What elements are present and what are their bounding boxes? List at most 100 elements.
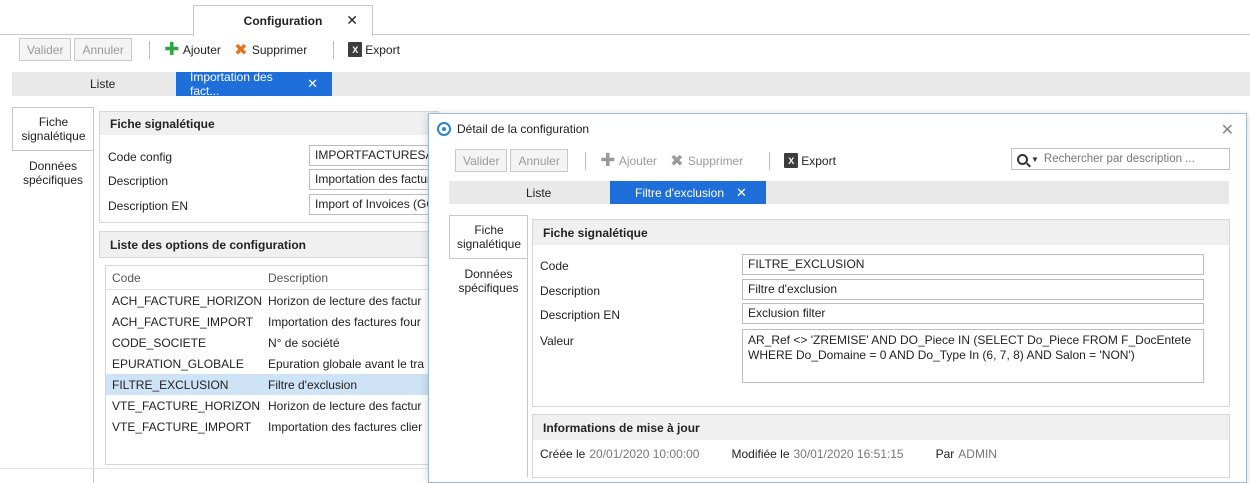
add-button[interactable]: ✚ Ajouter bbox=[164, 39, 221, 59]
dialog-fiche-header: Fiche signalétique bbox=[533, 220, 1229, 245]
excel-icon: X bbox=[348, 42, 363, 57]
description-label: Description bbox=[108, 174, 169, 188]
row-code: ACH_FACTURE_HORIZON bbox=[112, 293, 263, 308]
add-button-label: Ajouter bbox=[182, 42, 221, 57]
code-label: Code bbox=[540, 259, 569, 273]
col-code-header[interactable]: Code bbox=[106, 271, 264, 285]
modified-label: Modifiée le bbox=[731, 447, 790, 461]
row-description: Horizon de lecture des factur bbox=[268, 398, 422, 413]
delete-button[interactable]: ✖ Supprimer bbox=[233, 41, 308, 59]
dialog-add-button[interactable]: ✚ Ajouter bbox=[600, 150, 657, 170]
vtab-donnees[interactable]: Données spécifiques bbox=[12, 151, 94, 195]
created-label: Créée le bbox=[540, 447, 586, 461]
table-row[interactable]: EPURATION_GLOBALE Epuration globale avan… bbox=[106, 353, 438, 374]
code-field[interactable]: FILTRE_EXCLUSION bbox=[742, 254, 1204, 275]
toolbar-separator bbox=[769, 151, 771, 170]
row-description: Filtre d'exclusion bbox=[268, 377, 357, 392]
validate-button[interactable]: Valider bbox=[19, 38, 72, 61]
row-code: VTE_FACTURE_IMPORT bbox=[112, 419, 252, 434]
app-logo-icon bbox=[437, 122, 451, 136]
description-en-field[interactable]: Exclusion filter bbox=[742, 303, 1204, 324]
close-icon[interactable]: ✕ bbox=[307, 76, 318, 92]
table-row-selected[interactable]: FILTRE_EXCLUSION Filtre d'exclusion bbox=[106, 374, 438, 395]
chevron-down-icon[interactable]: ▼ bbox=[1031, 155, 1039, 164]
export-button[interactable]: X Export bbox=[348, 42, 400, 57]
table-row[interactable]: VTE_FACTURE_HORIZON Horizon de lecture d… bbox=[106, 395, 438, 416]
tab-importation[interactable]: Importation des fact... ✕ bbox=[176, 70, 332, 98]
row-code: ACH_FACTURE_IMPORT bbox=[112, 314, 254, 329]
info-panel: Informations de mise à jour bbox=[532, 414, 1230, 478]
top-tab-strip: Configuration ✕ bbox=[0, 0, 1250, 36]
plus-icon: ✚ bbox=[600, 150, 616, 170]
description-field[interactable]: Filtre d'exclusion bbox=[742, 279, 1204, 300]
row-code: EPURATION_GLOBALE bbox=[112, 356, 244, 371]
options-list-header: Code Description bbox=[106, 266, 438, 290]
by-label: Par bbox=[935, 447, 955, 461]
main-vertical-tabs: Fiche signalétique Données spécifiques bbox=[12, 107, 94, 195]
col-description-header[interactable]: Description bbox=[264, 271, 438, 285]
row-description: Importation des factures four bbox=[268, 314, 421, 329]
toolbar-separator bbox=[333, 40, 335, 59]
dialog-cancel-button[interactable]: Annuler bbox=[510, 149, 568, 172]
table-row[interactable]: ACH_FACTURE_HORIZON Horizon de lecture d… bbox=[106, 290, 438, 311]
detail-dialog: Détail de la configuration ✕ Valider Ann… bbox=[428, 113, 1247, 483]
modified-value: 30/01/2020 16:51:15 bbox=[793, 447, 904, 461]
close-icon[interactable]: ✕ bbox=[1221, 120, 1234, 140]
tab-configuration[interactable]: Configuration ✕ bbox=[193, 5, 373, 36]
dialog-toolbar: Valider Annuler ✚ Ajouter ✖ Supprimer X … bbox=[455, 149, 848, 172]
dialog-add-label: Ajouter bbox=[618, 153, 657, 168]
tab-liste[interactable]: Liste bbox=[12, 72, 176, 96]
vtab-fiche[interactable]: Fiche signalétique bbox=[12, 107, 94, 151]
vertical-divider bbox=[527, 215, 528, 477]
description-en-label: Description EN bbox=[108, 199, 189, 213]
dialog-tab-liste-label: Liste bbox=[526, 185, 552, 200]
info-row: Créée le 20/01/2020 10:00:00 Modifiée le… bbox=[540, 447, 1029, 461]
plus-icon: ✚ bbox=[164, 39, 180, 59]
dialog-vtab-fiche[interactable]: Fiche signalétique bbox=[449, 215, 528, 259]
tab-liste-label: Liste bbox=[90, 77, 116, 91]
delete-x-icon: ✖ bbox=[234, 41, 248, 59]
table-row[interactable]: VTE_FACTURE_IMPORT Importation des factu… bbox=[106, 416, 438, 437]
description-label: Description bbox=[540, 284, 601, 298]
search-placeholder: Rechercher par description ... bbox=[1043, 153, 1195, 165]
search-input[interactable]: ▼ Rechercher par description ... bbox=[1011, 148, 1230, 170]
delete-x-icon: ✖ bbox=[670, 152, 684, 170]
close-icon[interactable]: ✕ bbox=[346, 12, 358, 29]
dialog-export-button[interactable]: X Export bbox=[784, 153, 836, 168]
code-config-field[interactable]: IMPORTFACTURESAGE bbox=[309, 145, 439, 166]
cancel-button[interactable]: Annuler bbox=[74, 38, 132, 61]
row-description: Epuration globale avant le tra bbox=[268, 356, 425, 371]
table-row[interactable]: ACH_FACTURE_IMPORT Importation des factu… bbox=[106, 311, 438, 332]
dialog-validate-button[interactable]: Valider bbox=[455, 149, 508, 172]
vertical-divider bbox=[93, 107, 94, 483]
dialog-title: Détail de la configuration bbox=[457, 122, 590, 136]
dialog-tab-filtre[interactable]: Filtre d'exclusion ✕ bbox=[610, 181, 766, 204]
info-header: Informations de mise à jour bbox=[533, 415, 1229, 440]
export-button-label: Export bbox=[365, 42, 400, 57]
row-code: VTE_FACTURE_HORIZON bbox=[112, 398, 261, 413]
description-en-label: Description EN bbox=[540, 308, 621, 322]
search-icon bbox=[1017, 153, 1028, 165]
valeur-label: Valeur bbox=[540, 334, 574, 348]
description-field[interactable]: Importation des factur bbox=[309, 169, 439, 190]
excel-icon: X bbox=[784, 153, 799, 168]
created-value: 20/01/2020 10:00:00 bbox=[589, 447, 700, 461]
fiche-header: Fiche signalétique bbox=[100, 112, 438, 135]
delete-button-label: Supprimer bbox=[251, 42, 308, 57]
toolbar-separator bbox=[584, 151, 586, 170]
row-description: Horizon de lecture des factur bbox=[268, 293, 422, 308]
description-en-field[interactable]: Import of Invoices (GC bbox=[309, 194, 439, 215]
dialog-tab-filtre-label: Filtre d'exclusion bbox=[635, 185, 724, 200]
toolbar-separator bbox=[148, 40, 150, 59]
valeur-textarea[interactable]: AR_Ref <> 'ZREMISE' AND DO_Piece IN (SEL… bbox=[742, 329, 1204, 383]
table-row[interactable]: CODE_SOCIETE N° de société bbox=[106, 332, 438, 353]
options-list: Code Description ACH_FACTURE_HORIZON Hor… bbox=[105, 265, 439, 465]
by-value: ADMIN bbox=[958, 447, 997, 461]
close-icon[interactable]: ✕ bbox=[736, 185, 747, 201]
main-toolbar: Valider Annuler ✚ Ajouter ✖ Supprimer X … bbox=[19, 38, 412, 61]
dialog-vtab-donnees[interactable]: Données spécifiques bbox=[449, 259, 528, 303]
dialog-tab-liste[interactable]: Liste bbox=[449, 181, 610, 204]
row-description: N° de société bbox=[268, 335, 340, 350]
dialog-vertical-tabs: Fiche signalétique Données spécifiques bbox=[449, 215, 528, 303]
dialog-delete-button[interactable]: ✖ Supprimer bbox=[669, 152, 743, 170]
